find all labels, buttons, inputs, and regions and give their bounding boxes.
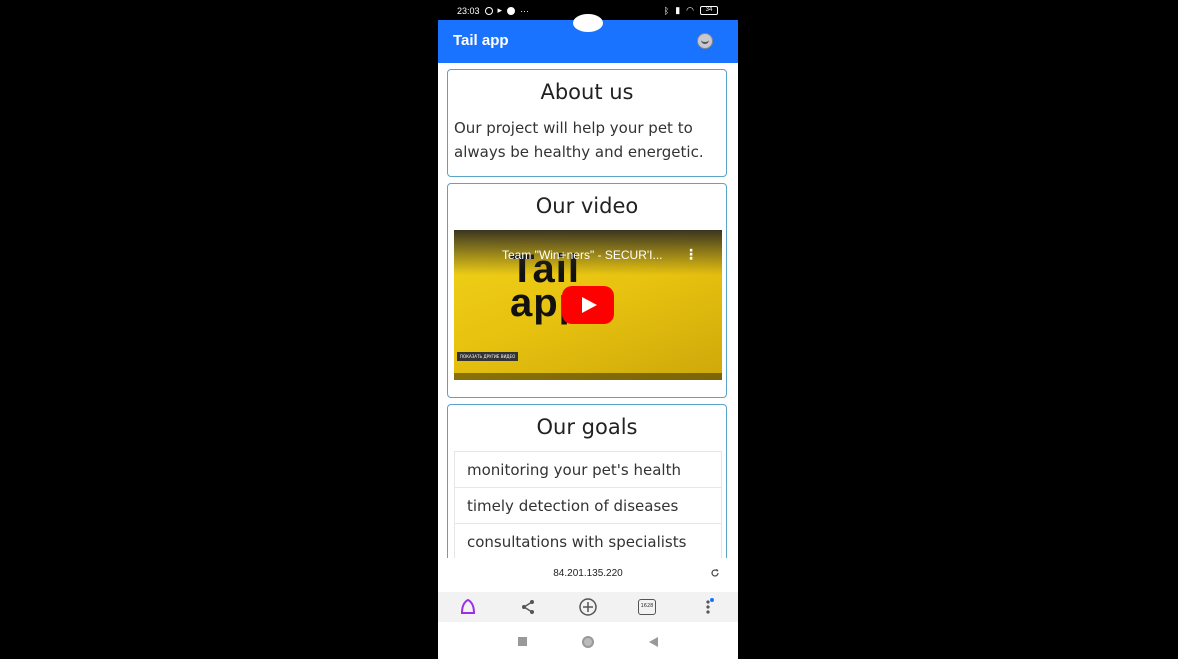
player-more-icon[interactable]: ⋮ (684, 248, 698, 262)
goals-title: Our goals (536, 415, 638, 439)
home-icon[interactable] (582, 636, 594, 648)
signal-icon: ▮ (675, 5, 681, 15)
app-notification-icon (507, 6, 516, 15)
video-player[interactable]: Tail app Team "Win+ners" - SECUR'I... ⋮ … (454, 230, 722, 380)
goals-list: monitoring your pet's health timely dete… (454, 451, 722, 558)
battery-icon: 34 (700, 6, 718, 15)
app-header: Tail app (438, 14, 738, 63)
player-video-title[interactable]: Team "Win+ners" - SECUR'I... (502, 248, 702, 262)
avatar-emoji-icon[interactable] (697, 33, 713, 49)
app-title[interactable]: Tail app (453, 32, 509, 49)
address-bar[interactable]: 84.201.135.220 (446, 562, 730, 588)
alarm-icon (484, 6, 493, 15)
browser-toolbar: 1628 (438, 592, 738, 622)
menu-icon[interactable] (698, 597, 718, 617)
video-title: Our video (535, 194, 639, 218)
new-tab-icon[interactable] (578, 597, 598, 617)
list-item: timely detection of diseases (454, 487, 722, 523)
page-content[interactable]: About us Our project will help your pet … (438, 63, 738, 558)
share-icon[interactable] (518, 597, 538, 617)
phone-screen: 23:03 ▸ ··· ᛒ ▮ ◠ 34 Tail app About us O… (438, 0, 738, 659)
about-title: About us (540, 80, 634, 104)
reload-icon[interactable] (710, 568, 720, 578)
back-icon[interactable] (649, 637, 658, 647)
system-nav-bar (438, 625, 738, 659)
url-text[interactable]: 84.201.135.220 (446, 568, 730, 579)
bluetooth-icon: ᛒ (663, 5, 670, 16)
more-notifications: ··· (520, 5, 530, 16)
alice-assistant-icon[interactable] (458, 597, 478, 617)
about-text: Our project will help your pet to always… (454, 119, 704, 161)
play-button[interactable] (562, 286, 614, 324)
camera-cutout (573, 14, 603, 32)
play-notification-icon: ▸ (497, 5, 503, 15)
recents-icon[interactable] (518, 637, 527, 646)
player-controls-bar[interactable] (454, 373, 722, 380)
more-videos-button[interactable]: ПОКАЗАТЬ ДРУГИЕ ВИДЕО (457, 352, 519, 361)
about-card: About us Our project will help your pet … (447, 69, 727, 177)
tabs-button[interactable]: 1628 (638, 599, 656, 615)
list-item: monitoring your pet's health (454, 451, 722, 487)
clock: 23:03 (457, 5, 480, 16)
video-card: Our video Tail app Team "Win+ners" - SEC… (447, 183, 727, 398)
goals-card: Our goals monitoring your pet's health t… (447, 404, 727, 558)
wifi-icon: ◠ (686, 5, 694, 15)
list-item: consultations with specialists (454, 523, 722, 558)
